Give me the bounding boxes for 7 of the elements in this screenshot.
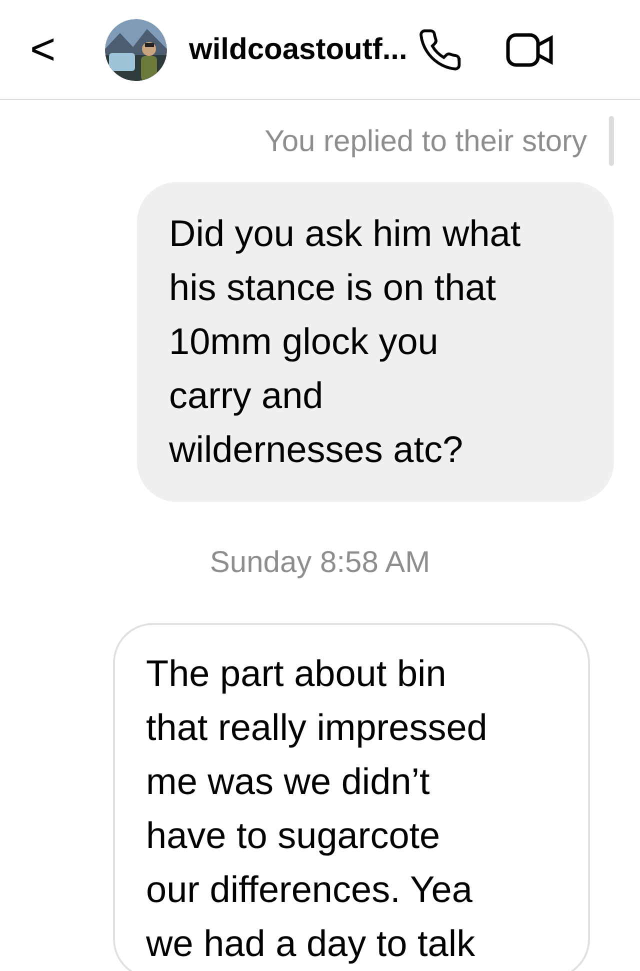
back-button[interactable]: < (30, 28, 70, 72)
sent-message: Did you ask him what his stance is on that 10mm glock you carry and wildernesses atc? (137, 182, 614, 502)
phone-icon[interactable] (417, 26, 464, 72)
message-timestamp: Sunday 8:58 AM (210, 545, 430, 581)
contact-name[interactable]: wildcoastoutf... (189, 27, 408, 72)
story-reply-note: You replied to their story (264, 124, 587, 160)
received-message: The part about bin that really impressed me was we didn’t have to sugarcote our differences. Yea we had a day to talk (113, 623, 590, 971)
